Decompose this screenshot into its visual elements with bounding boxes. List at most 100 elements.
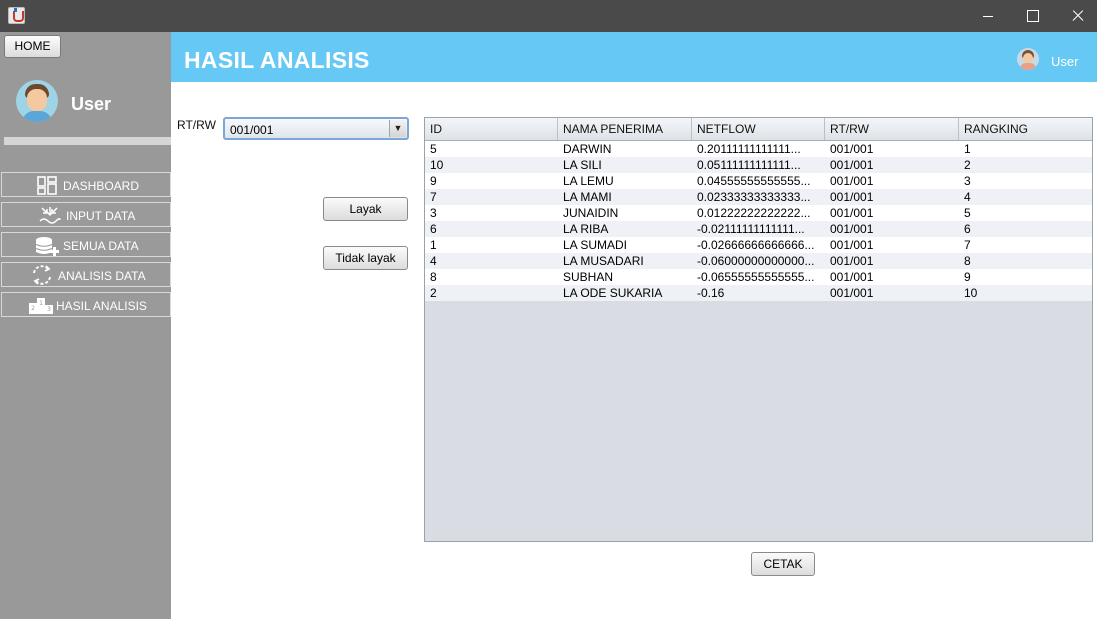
sidebar: HOME User DASHBOARD INPUT DATA SEMUA DAT…: [0, 32, 171, 619]
layak-button[interactable]: Layak: [323, 197, 408, 221]
table-cell: LA ODE SUKARIA: [563, 286, 663, 300]
table-cell: 8: [430, 270, 437, 284]
rtrw-label: RT/RW: [177, 118, 216, 132]
sidebar-item-label: SEMUA DATA: [63, 239, 139, 253]
table-cell: -0.16: [697, 286, 725, 300]
table-cell: 001/001: [830, 238, 874, 252]
table-cell: 0.05111111111111...: [697, 158, 801, 172]
results-table[interactable]: ID NAMA PENERIMA NETFLOW RT/RW RANGKING …: [424, 117, 1093, 542]
table-cell: 2: [964, 158, 971, 172]
podium-icon: 12 3: [28, 295, 54, 318]
table-cell: 0.04555555555555...: [697, 174, 811, 188]
table-cell: 4: [430, 254, 437, 268]
maximize-icon[interactable]: [1009, 0, 1055, 32]
table-row[interactable]: 8 SUBHAN -0.06555555555555... 001/001 9: [425, 269, 1092, 285]
svg-text:3: 3: [47, 306, 51, 313]
table-cell: 001/001: [830, 190, 874, 204]
chevron-down-icon[interactable]: ▼: [389, 120, 406, 137]
table-cell: 9: [430, 174, 437, 188]
table-cell: 0.02333333333333...: [697, 190, 811, 204]
sidebar-item-label: INPUT DATA: [66, 209, 136, 223]
table-cell: 7: [430, 190, 437, 204]
page-title: HASIL ANALISIS: [184, 47, 370, 73]
table-cell: LA RIBA: [563, 222, 609, 236]
table-row[interactable]: 10 LA SILI 0.05111111111111... 001/001 2: [425, 157, 1092, 173]
sidebar-item-dashboard[interactable]: DASHBOARD: [1, 172, 171, 197]
rtrw-select[interactable]: 001/001 ▼: [223, 117, 409, 140]
table-cell: 001/001: [830, 254, 874, 268]
refresh-cycle-icon: [30, 264, 54, 289]
table-header: ID NAMA PENERIMA NETFLOW RT/RW RANGKING: [425, 118, 1092, 141]
table-cell: 001/001: [830, 142, 874, 156]
column-header-id[interactable]: ID: [425, 118, 558, 140]
table-row[interactable]: 3 JUNAIDIN 0.01222222222222... 001/001 5: [425, 205, 1092, 221]
table-cell: -0.02111111111111...: [697, 222, 805, 236]
sidebar-user-name: User: [71, 94, 112, 114]
table-cell: 001/001: [830, 222, 874, 236]
table-cell: LA SUMADI: [563, 238, 628, 252]
table-cell: 10: [964, 286, 978, 300]
table-cell: 001/001: [830, 270, 874, 284]
table-cell: 001/001: [830, 174, 874, 188]
table-cell: 001/001: [830, 206, 874, 220]
database-add-icon: [34, 236, 60, 261]
table-row[interactable]: 9 LA LEMU 0.04555555555555... 001/001 3: [425, 173, 1092, 189]
table-row[interactable]: 1 LA SUMADI -0.02666666666666... 001/001 7: [425, 237, 1092, 253]
table-cell: 4: [964, 190, 971, 204]
table-cell: 9: [964, 270, 971, 284]
tidak-layak-button[interactable]: Tidak layak: [323, 246, 408, 270]
column-header-netflow[interactable]: NETFLOW: [692, 118, 825, 140]
table-cell: 001/001: [830, 158, 874, 172]
close-icon[interactable]: [1054, 0, 1097, 32]
table-cell: 0.20111111111111...: [697, 142, 801, 156]
column-header-rtrw[interactable]: RT/RW: [825, 118, 959, 140]
table-cell: 6: [964, 222, 971, 236]
column-header-nama-penerima[interactable]: NAMA PENERIMA: [558, 118, 692, 140]
table-row[interactable]: 2 LA ODE SUKARIA -0.16 001/001 10: [425, 285, 1092, 301]
sidebar-item-semua-data[interactable]: SEMUA DATA: [1, 232, 171, 257]
table-cell: 3: [430, 206, 437, 220]
table-row[interactable]: 6 LA RIBA -0.02111111111111... 001/001 6: [425, 221, 1092, 237]
java-app-icon: [8, 7, 25, 24]
sidebar-item-label: DASHBOARD: [63, 179, 140, 193]
table-cell: 6: [430, 222, 437, 236]
table-cell: -0.02666666666666...: [697, 238, 815, 252]
page-header: HASIL ANALISIS User: [171, 32, 1097, 82]
home-button[interactable]: HOME: [4, 35, 61, 58]
table-cell: LA SILI: [563, 158, 602, 172]
window-titlebar: [0, 0, 1097, 32]
table-row[interactable]: 5 DARWIN 0.20111111111111... 001/001 1: [425, 141, 1092, 157]
table-cell: 0.01222222222222...: [697, 206, 811, 220]
dashboard-icon: [36, 176, 58, 199]
sidebar-item-input-data[interactable]: INPUT DATA: [1, 202, 171, 227]
svg-text:1: 1: [39, 300, 43, 307]
table-cell: LA LEMU: [563, 174, 614, 188]
rtrw-selected-value: 001/001: [230, 123, 274, 137]
table-cell: LA MAMI: [563, 190, 612, 204]
table-cell: 7: [964, 238, 971, 252]
table-row[interactable]: 4 LA MUSADARI -0.06000000000000... 001/001 8: [425, 253, 1092, 269]
column-header-rangking[interactable]: RANGKING: [959, 118, 1092, 140]
table-cell: 5: [964, 206, 971, 220]
table-cell: 001/001: [830, 286, 874, 300]
user-avatar-icon: [1017, 48, 1039, 70]
sidebar-item-label: ANALISIS DATA: [58, 269, 146, 283]
table-cell: -0.06000000000000...: [697, 254, 815, 268]
table-row[interactable]: 7 LA MAMI 0.02333333333333... 001/001 4: [425, 189, 1092, 205]
table-cell: LA MUSADARI: [563, 254, 644, 268]
table-cell: -0.06555555555555...: [697, 270, 815, 284]
sidebar-item-analisis-data[interactable]: ANALISIS DATA: [1, 262, 171, 287]
input-data-icon: [39, 206, 61, 229]
minimize-icon[interactable]: [965, 0, 1011, 32]
table-cell: 5: [430, 142, 437, 156]
svg-text:2: 2: [31, 305, 35, 312]
table-cell: 10: [430, 158, 444, 172]
sidebar-divider: [4, 137, 171, 145]
sidebar-item-hasil-analisis[interactable]: 12 3 HASIL ANALISIS: [1, 292, 171, 317]
header-user-name: User: [1051, 54, 1079, 69]
table-cell: JUNAIDIN: [563, 206, 619, 220]
table-cell: 3: [964, 174, 971, 188]
table-cell: SUBHAN: [563, 270, 614, 284]
sidebar-item-label: HASIL ANALISIS: [56, 299, 147, 313]
cetak-button[interactable]: CETAK: [751, 552, 815, 576]
